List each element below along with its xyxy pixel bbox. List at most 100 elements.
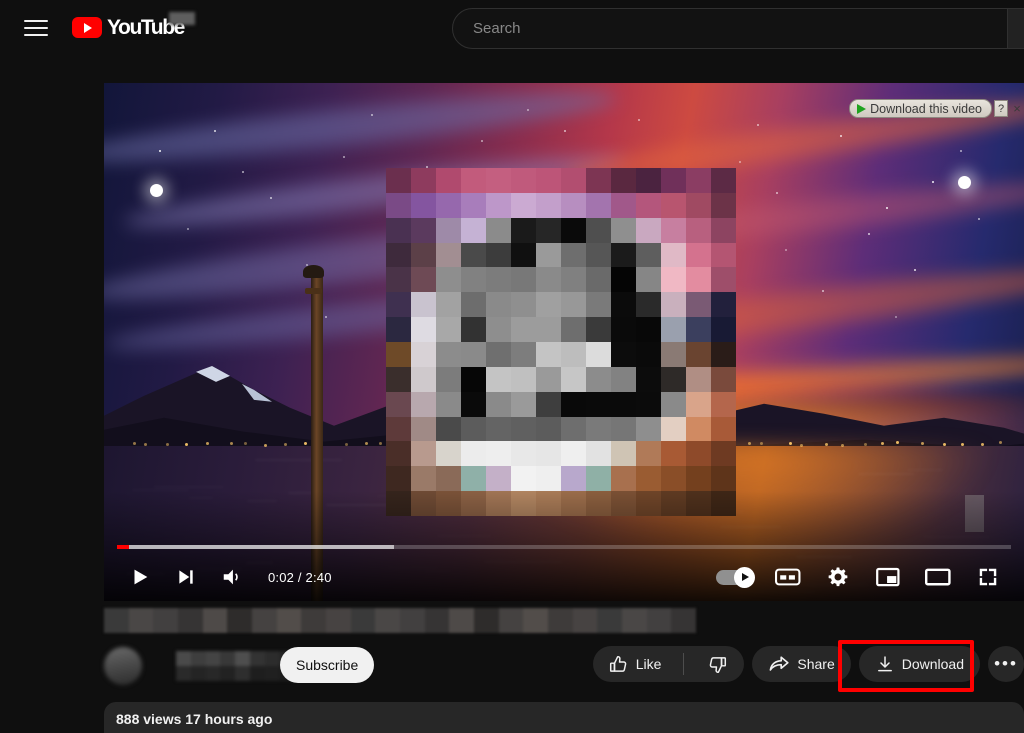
mosaic-pixel	[611, 218, 636, 243]
mosaic-pixel	[586, 466, 611, 491]
channel-avatar[interactable]	[104, 647, 142, 685]
hamburger-bar	[24, 27, 48, 29]
mosaic-pixel	[711, 317, 736, 342]
title-blur-block	[449, 608, 474, 633]
like-button[interactable]: Like	[593, 646, 677, 682]
hamburger-menu-icon[interactable]	[24, 16, 50, 40]
mosaic-pixel	[711, 417, 736, 442]
title-blur-block	[252, 608, 277, 633]
like-dislike-group: Like	[593, 646, 745, 682]
mosaic-pixel	[661, 267, 686, 292]
download-close-icon[interactable]: ×	[1010, 100, 1024, 117]
dislike-button[interactable]	[691, 646, 744, 682]
mosaic-pixel	[486, 441, 511, 466]
mosaic-pixel	[386, 218, 411, 243]
mosaic-pixel	[511, 367, 536, 392]
mosaic-pixel	[536, 417, 561, 442]
progress-bar[interactable]	[117, 545, 1011, 549]
mosaic-pixel	[586, 317, 611, 342]
mosaic-pixel	[561, 193, 586, 218]
mosaic-pixel	[461, 317, 486, 342]
subscribe-button[interactable]: Subscribe	[280, 647, 374, 683]
shore-light	[133, 442, 136, 445]
video-title-blurred	[104, 608, 696, 633]
hamburger-bar	[24, 34, 48, 36]
download-this-video-button[interactable]: Download this video	[849, 99, 992, 118]
share-button[interactable]: Share	[752, 646, 850, 682]
search-button[interactable]	[1008, 8, 1024, 49]
title-blur-block	[573, 608, 598, 633]
video-player[interactable]: Download this video ? × 0:02 / 2:40	[104, 83, 1024, 601]
volume-button[interactable]	[210, 555, 254, 599]
mosaic-pixel	[411, 392, 436, 417]
fullscreen-button[interactable]	[966, 555, 1010, 599]
mosaic-pixel	[386, 267, 411, 292]
youtube-logo[interactable]: YouTube	[72, 17, 184, 38]
mosaic-pixel	[436, 267, 461, 292]
youtube-watch-page: YouTube Search Download this video ? × 0…	[0, 0, 1024, 733]
mosaic-pixel	[636, 168, 661, 193]
mosaic-pixel	[686, 193, 711, 218]
mosaic-pixel	[486, 466, 511, 491]
mosaic-pixel	[561, 218, 586, 243]
title-blur-block	[622, 608, 647, 633]
shore-light	[961, 443, 964, 446]
mosaic-pixel	[586, 218, 611, 243]
download-help-button[interactable]: ?	[994, 100, 1008, 117]
channel-name-blur-block	[265, 651, 280, 666]
title-blur-block	[425, 608, 450, 633]
country-code-blurred	[169, 12, 195, 25]
channel-name-blur-block	[176, 666, 191, 681]
pixelated-censor-overlay	[386, 168, 736, 516]
description-panel[interactable]: 888 views 17 hours ago	[104, 702, 1024, 733]
title-blur-block	[178, 608, 203, 633]
mosaic-pixel	[386, 392, 411, 417]
mosaic-pixel	[411, 243, 436, 268]
miniplayer-button[interactable]	[866, 555, 910, 599]
next-track-icon	[176, 567, 196, 587]
mosaic-pixel	[611, 342, 636, 367]
mosaic-pixel	[536, 267, 561, 292]
play-button[interactable]	[118, 555, 162, 599]
theater-button[interactable]	[916, 555, 960, 599]
mosaic-pixel	[611, 292, 636, 317]
channel-name-blur-block	[250, 666, 265, 681]
mosaic-pixel	[611, 267, 636, 292]
mosaic-pixel	[536, 292, 561, 317]
shore-light	[800, 444, 803, 447]
shore-light	[365, 442, 368, 445]
channel-name-blurred[interactable]	[176, 651, 294, 681]
mosaic-pixel	[436, 243, 461, 268]
autoplay-toggle[interactable]	[716, 567, 758, 587]
mosaic-pixel	[686, 267, 711, 292]
title-blur-block	[523, 608, 548, 633]
mosaic-pixel	[411, 168, 436, 193]
download-button[interactable]: Download	[859, 646, 980, 682]
mosaic-pixel	[411, 267, 436, 292]
mosaic-pixel	[486, 392, 511, 417]
mosaic-pixel	[536, 243, 561, 268]
water-ripple	[255, 459, 342, 461]
hamburger-bar	[24, 20, 48, 22]
mosaic-pixel	[386, 317, 411, 342]
mosaic-pixel	[511, 317, 536, 342]
captions-button[interactable]	[766, 555, 810, 599]
mosaic-pixel	[586, 168, 611, 193]
shore-light	[981, 443, 984, 446]
mosaic-pixel	[411, 317, 436, 342]
share-arrow-icon	[768, 653, 790, 675]
thumbs-up-icon	[608, 654, 629, 675]
settings-button[interactable]	[816, 555, 860, 599]
mosaic-pixel	[436, 193, 461, 218]
search-input[interactable]	[473, 20, 1007, 37]
mosaic-pixel	[561, 243, 586, 268]
next-button[interactable]	[164, 555, 208, 599]
star	[343, 156, 345, 158]
star	[978, 218, 980, 220]
mosaic-pixel	[561, 466, 586, 491]
more-actions-button[interactable]: •••	[988, 646, 1024, 682]
gear-icon	[827, 566, 849, 588]
title-blur-block	[597, 608, 622, 633]
search-box[interactable]	[452, 8, 1008, 49]
star	[187, 228, 189, 230]
